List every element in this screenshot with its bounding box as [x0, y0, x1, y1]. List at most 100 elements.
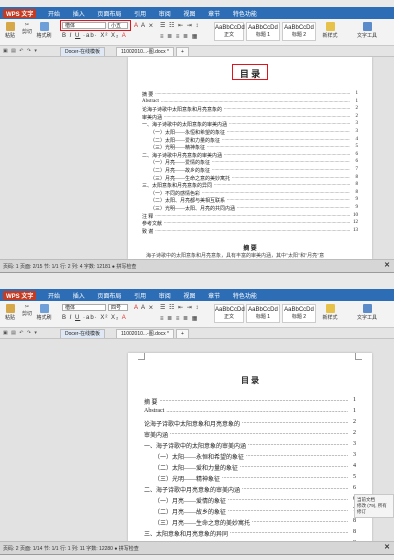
new-style-button[interactable]: 新样式 [320, 304, 340, 321]
toc-entry[interactable]: 致 谢 13...................................… [142, 228, 358, 236]
toc-entry[interactable]: 一、海子诗歌中的太阳意象的审美内涵 3......................… [144, 441, 356, 452]
document-page[interactable]: 目 录 摘 要 1................................… [128, 57, 372, 259]
toc-entry[interactable]: 摘 要 1....................................… [144, 397, 356, 408]
text-tool-button[interactable]: 文字工具 [352, 304, 382, 321]
toc-entry[interactable]: 摘 要 1....................................… [142, 91, 358, 99]
toc-entry[interactable]: （二）月亮——故乡的象征7...........................… [154, 507, 356, 518]
menu-features[interactable]: 特色功能 [233, 12, 257, 18]
toc-entry[interactable]: （一）不同的感情色彩 8.............................… [150, 190, 358, 198]
toc-entry[interactable]: 论海子诗歌中太阳意象和月亮意象的 2.......................… [144, 419, 356, 430]
format-painter-button[interactable]: 格式刷 [36, 304, 52, 321]
font-size-select[interactable]: 四号 [108, 304, 128, 311]
style-heading1[interactable]: AaBbCcDd 标题 1 [246, 304, 280, 323]
paste-button[interactable]: 粘贴 [3, 304, 17, 321]
toc-entry[interactable]: （一）太阳——永恒和希望的象征 3........................… [150, 129, 358, 137]
toc-entry[interactable]: （一）太阳——永恒和希望的象征 3........................… [154, 452, 356, 463]
toc-entry[interactable]: Abstract 1...............................… [144, 408, 356, 419]
toc-entry[interactable]: （二）太阳——爱和力量的象征 4.........................… [154, 463, 356, 474]
font-format-icons[interactable]: B I U ·ab· X² X₂ A [62, 33, 127, 39]
menu-chapter[interactable]: 章节 [208, 12, 220, 18]
tab-current-doc[interactable]: 11002010...-图.docx * [116, 329, 174, 338]
toc-entry[interactable]: 二、海子诗歌中月亮意象的审美内涵 6.......................… [144, 485, 356, 496]
toc-page-number: 8 [353, 529, 356, 535]
menu-home[interactable]: 开始 [48, 12, 60, 18]
tab-current-doc[interactable]: 11002010...-图.docx * [116, 47, 174, 56]
new-tab-button[interactable]: + [176, 47, 189, 56]
toc-entry[interactable]: 注 释 10...................................… [142, 213, 358, 221]
list-icons[interactable]: ☰ ☷ ⇤ ⇥ ↕ [160, 304, 199, 311]
style-heading1[interactable]: AaBbCcDd 标题 1 [246, 22, 280, 41]
toc-entry[interactable]: 论海子诗歌中太阳意象和月亮意象的 2.......................… [142, 106, 358, 114]
toc-entry[interactable]: 参考文献 12..................................… [142, 220, 358, 228]
toc-entry-text: （三）月亮——生命之意的美妙寓托 [154, 521, 251, 527]
toc-entry[interactable]: （二）月亮——故乡的象征7...........................… [150, 167, 358, 175]
font-grow-icons[interactable]: A A ⨯ [134, 304, 154, 311]
paste-button[interactable]: 粘贴 [3, 22, 17, 39]
style-heading2[interactable]: AaBbCcDd 标题 2 [282, 22, 316, 41]
style-normal[interactable]: AaBbCcDd 正文 [214, 22, 245, 41]
style-normal[interactable]: AaBbCcDd 正文 [214, 304, 245, 323]
toc-title[interactable]: 目 录 [128, 375, 372, 386]
menu-references[interactable]: 引用 [134, 12, 146, 18]
style-heading2[interactable]: AaBbCcDd 标题 2 [282, 304, 316, 323]
toc-entry[interactable]: （二）太阳、月亮都与美相互联系 9........................… [150, 197, 358, 205]
revision-panel[interactable]: 当前文档 修改 (79), 所有修订 [354, 494, 394, 518]
close-icon[interactable]: ✕ [384, 261, 390, 269]
menu-layout[interactable]: 页面布局 [97, 12, 121, 18]
quick-access-icons[interactable]: ▣ ▤ ↶ ↷ ▾ [3, 330, 38, 336]
document-workspace[interactable]: 目 录 摘 要 1................................… [0, 57, 394, 259]
toc-entry[interactable]: （三）光明——太阳、月亮的共同内涵 9......................… [150, 205, 358, 213]
toc-entry[interactable]: （三）光明——精神象征 5............................… [150, 144, 358, 152]
menu-review[interactable]: 审阅 [159, 294, 171, 300]
menu-references[interactable]: 引用 [134, 294, 146, 300]
app-menu-button[interactable]: WPS 文字 [3, 9, 37, 18]
toc-page-number: 6 [355, 151, 359, 157]
toc-entry[interactable]: （三）月亮——生命之意的美妙寓托 8.......................… [154, 518, 356, 529]
toc-page-number: 10 [353, 212, 358, 218]
toc-entry[interactable]: 审美内涵 2...................................… [142, 114, 358, 122]
cut-button[interactable]: ✂ 剪切 [20, 22, 34, 35]
text-tool-button[interactable]: 文字工具 [352, 22, 382, 39]
menu-home[interactable]: 开始 [48, 294, 60, 300]
tab-docer-template[interactable]: Docer-在线模板 [60, 47, 106, 56]
document-page[interactable]: 目 录 摘 要 1................................… [128, 353, 372, 541]
document-workspace[interactable]: 目 录 摘 要 1................................… [0, 339, 394, 541]
menu-view[interactable]: 视图 [183, 12, 195, 18]
menu-insert[interactable]: 插入 [73, 294, 85, 300]
tab-docer-template[interactable]: Docer-在线模板 [60, 329, 106, 338]
menu-view[interactable]: 视图 [183, 294, 195, 300]
align-icons[interactable]: ≡ ≣ ≡ ≣ ▦ [160, 315, 198, 322]
list-icons[interactable]: ☰ ☷ ⇤ ⇥ ↕ [160, 22, 199, 29]
toc-entry[interactable]: 二、海子诗歌中月亮意象的审美内涵 6.......................… [142, 152, 358, 160]
menu-review[interactable]: 审阅 [159, 12, 171, 18]
font-grow-icons[interactable]: A A ⨯ [134, 22, 154, 29]
menu-features[interactable]: 特色功能 [233, 294, 257, 300]
status-info: 页码: 2 页面: 1/14 节: 1/1 行: 1 列: 11 字数: 122… [3, 546, 139, 552]
format-painter-button[interactable]: 格式刷 [36, 22, 52, 39]
toc-entry[interactable]: 一、海子诗歌中的太阳意象的审美内涵 3......................… [142, 121, 358, 129]
menu-layout[interactable]: 页面布局 [97, 294, 121, 300]
toc-entry[interactable]: （二）太阳——爱和力量的象征 4.........................… [150, 137, 358, 145]
toc-entry[interactable]: Abstract 1...............................… [142, 99, 358, 107]
toc-entry[interactable]: 三、太阳意象和月亮意象的异同 8.........................… [144, 529, 356, 540]
toc-entry[interactable]: （三）月亮——生命之意的美妙寓托 8.......................… [150, 175, 358, 183]
cut-button[interactable]: ✂ 剪切 [20, 304, 34, 317]
app-menu-button[interactable]: WPS 文字 [3, 291, 37, 300]
toc-entry[interactable]: （一）月亮——爱情的象征6...........................… [154, 496, 356, 507]
toc-entry[interactable]: 三、太阳意象和月亮意象的异同 8.........................… [142, 182, 358, 190]
close-icon[interactable]: ✕ [384, 543, 390, 551]
toc-entry[interactable]: （三）光明——精神象征 5............................… [154, 474, 356, 485]
menu-chapter[interactable]: 章节 [208, 294, 220, 300]
toc-leader-dots: ........................................… [155, 227, 350, 233]
font-name-select[interactable]: 楷体 [62, 304, 106, 311]
toc-entry[interactable]: 审美内涵 2...................................… [144, 430, 356, 441]
font-format-icons[interactable]: B I U ·ab· X² X₂ A [62, 315, 127, 321]
toc-entry-text: （二）月亮——故乡的象征 [154, 510, 227, 516]
toc-entry[interactable]: （一）月亮——爱情的象征6...........................… [150, 159, 358, 167]
align-icons[interactable]: ≡ ≣ ≡ ≣ ▦ [160, 33, 198, 40]
new-tab-button[interactable]: + [176, 329, 189, 338]
new-style-button[interactable]: 新样式 [320, 22, 340, 39]
toc-page-number: 4 [355, 136, 359, 142]
quick-access-icons[interactable]: ▣ ▤ ↶ ↷ ▾ [3, 48, 38, 54]
menu-insert[interactable]: 插入 [73, 12, 85, 18]
